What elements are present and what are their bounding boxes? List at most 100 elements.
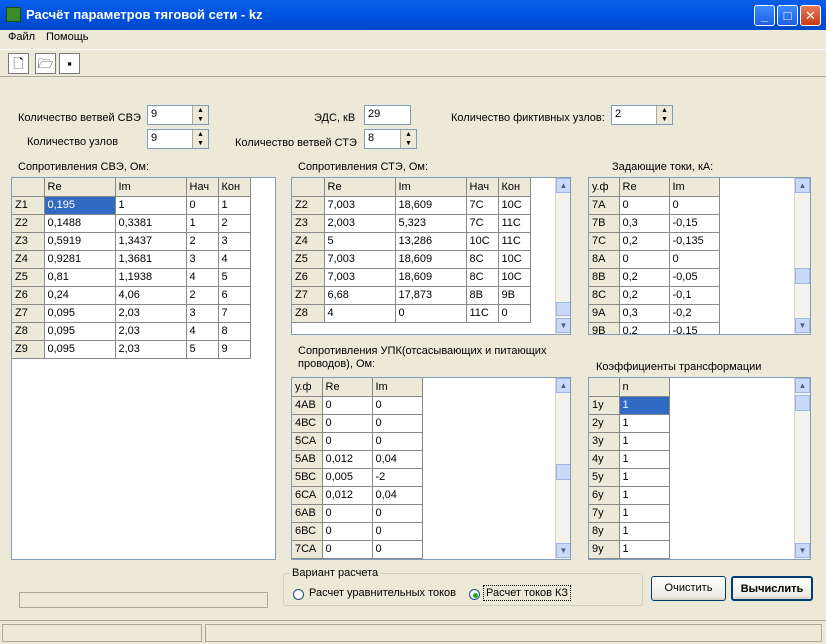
upk-grid[interactable]: у.ф Re Im 4АВ 0 0 4ВС 0 0 5СА 0 0 5АВ 0,012 0,04 5ВС 0,0… — [291, 377, 571, 560]
grid-cell[interactable]: 0 — [669, 250, 720, 269]
table-row[interactable]: 3у 1 — [589, 432, 670, 451]
grid-cell[interactable]: 1 — [619, 450, 670, 469]
grid-cell[interactable]: 0 — [372, 522, 423, 541]
grid-cell[interactable]: 0 — [372, 396, 423, 415]
coef-scrollbar[interactable]: ▲ ▼ — [794, 378, 810, 559]
table-row[interactable]: 8А 0 0 — [589, 250, 720, 269]
grid-cell[interactable]: 1 — [619, 432, 670, 451]
radio-short-circuit-label[interactable]: Расчет токов КЗ — [483, 585, 571, 601]
grid-cell[interactable]: -0,2 — [669, 304, 720, 323]
scroll-thumb[interactable] — [556, 302, 570, 316]
table-row[interactable]: Z7 6,68 17,873 8В 9В — [292, 286, 531, 305]
open-folder-icon[interactable]: 🗁 — [35, 53, 56, 74]
grid-cell[interactable]: -0,135 — [669, 232, 720, 251]
grid-cell[interactable]: 2 — [186, 232, 219, 251]
table-row[interactable]: 1у 1 — [589, 396, 670, 415]
grid-cell[interactable]: 18,609 — [395, 250, 467, 269]
spin-up-icon[interactable]: ▲ — [193, 106, 208, 115]
grid-cell[interactable]: -0,15 — [669, 322, 720, 334]
grid-cell[interactable]: 0,3 — [619, 304, 670, 323]
scroll-down-icon[interactable]: ▼ — [556, 318, 570, 333]
grid-cell[interactable]: 1,3437 — [115, 232, 187, 251]
grid-cell[interactable]: 0 — [372, 432, 423, 451]
grid-cell[interactable]: 0 — [619, 196, 670, 215]
table-row[interactable]: Z3 2,003 5,323 7С 11С — [292, 214, 531, 233]
grid-cell[interactable]: 11С — [498, 214, 531, 233]
grid-cell[interactable]: 10С — [498, 250, 531, 269]
grid-cell[interactable]: 6,68 — [324, 286, 396, 305]
table-row[interactable]: 6АВ 0 0 — [292, 504, 423, 523]
grid-cell[interactable]: 0,095 — [44, 304, 116, 323]
menu-help[interactable]: Помощь — [46, 31, 89, 43]
grid-cell[interactable]: 1 — [619, 522, 670, 541]
grid-cell[interactable]: 11С — [466, 304, 499, 323]
grid-cell[interactable]: -0,1 — [669, 286, 720, 305]
grid-cell[interactable]: 1,1938 — [115, 268, 187, 287]
table-row[interactable]: 7В 0,3 -0,15 — [589, 214, 720, 233]
grid-cell[interactable]: 9 — [218, 340, 251, 359]
grid-cell[interactable]: 0 — [372, 540, 423, 559]
minimize-button[interactable]: _ — [754, 5, 775, 26]
grid-cell[interactable]: 5 — [324, 232, 396, 251]
table-row[interactable]: 4ВС 0 0 — [292, 414, 423, 433]
grid-cell[interactable]: 8С — [466, 250, 499, 269]
spin-up-icon[interactable]: ▲ — [193, 130, 208, 139]
grid-cell[interactable]: 0,04 — [372, 486, 423, 505]
grid-cell[interactable]: 0,9281 — [44, 250, 116, 269]
scroll-thumb[interactable] — [795, 395, 810, 411]
grid-cell[interactable]: 0 — [498, 304, 531, 323]
grid-cell[interactable]: 0,195 — [44, 196, 116, 215]
grid-cell[interactable]: 0,5919 — [44, 232, 116, 251]
table-row[interactable]: Z5 0,81 1,1938 4 5 — [12, 268, 251, 287]
grid-cell[interactable]: 0 — [669, 196, 720, 215]
grid-cell[interactable]: 0,012 — [322, 450, 373, 469]
grid-cell[interactable]: 8В — [466, 286, 499, 305]
grid-cell[interactable]: 0 — [322, 432, 373, 451]
table-row[interactable]: Z3 0,5919 1,3437 2 3 — [12, 232, 251, 251]
grid-cell[interactable]: 6 — [218, 286, 251, 305]
table-row[interactable]: 5СА 0 0 — [292, 432, 423, 451]
grid-cell[interactable]: 0,81 — [44, 268, 116, 287]
table-row[interactable]: 8С 0,2 -0,1 — [589, 286, 720, 305]
grid-cell[interactable]: 4 — [218, 250, 251, 269]
grid-cell[interactable]: 0,24 — [44, 286, 116, 305]
table-row[interactable]: Z8 0,095 2,03 4 8 — [12, 322, 251, 341]
clear-button[interactable]: Очистить — [651, 576, 726, 601]
grid-cell[interactable]: 0,095 — [44, 322, 116, 341]
grid-cell[interactable]: -0,15 — [669, 214, 720, 233]
grid-cell[interactable]: 3 — [218, 232, 251, 251]
currents-table[interactable]: у.ф Re Im 7А 0 0 7В 0,3 -0,15 7С 0,2 -0,135 8А 0 0 8В 0,… — [589, 178, 720, 334]
grid-cell[interactable]: 0,3381 — [115, 214, 187, 233]
grid-cell[interactable]: 1 — [218, 196, 251, 215]
grid-cell[interactable]: 0,2 — [619, 322, 670, 334]
grid-cell[interactable]: 0 — [372, 504, 423, 523]
grid-cell[interactable]: 8С — [466, 268, 499, 287]
grid-cell[interactable]: 0 — [322, 414, 373, 433]
grid-cell[interactable]: 1 — [619, 540, 670, 559]
spin-down-icon[interactable]: ▼ — [193, 139, 208, 148]
grid-cell[interactable]: 4 — [186, 268, 219, 287]
nodes-spinner[interactable]: 9 ▲ ▼ — [147, 129, 209, 149]
grid-cell[interactable]: 1 — [115, 196, 187, 215]
table-row[interactable]: 7А 0 0 — [589, 196, 720, 215]
table-row[interactable]: 8В 0,2 -0,05 — [589, 268, 720, 287]
grid-cell[interactable]: 1 — [619, 486, 670, 505]
grid-cell[interactable]: 9В — [498, 286, 531, 305]
grid-cell[interactable]: 0,005 — [322, 468, 373, 487]
table-row[interactable]: 7СА 0 0 — [292, 540, 423, 559]
ste-branches-spinner[interactable]: 8 ▲ ▼ — [364, 129, 417, 149]
table-row[interactable]: 2у 1 — [589, 414, 670, 433]
menu-file[interactable]: Файл — [8, 31, 35, 43]
grid-cell[interactable]: 7,003 — [324, 268, 396, 287]
scroll-up-icon[interactable]: ▲ — [795, 178, 810, 193]
table-row[interactable]: Z4 0,9281 1,3681 3 4 — [12, 250, 251, 269]
upk-scrollbar[interactable]: ▲ ▼ — [555, 378, 570, 559]
grid-cell[interactable]: 13,286 — [395, 232, 467, 251]
table-row[interactable]: 6ВС 0 0 — [292, 522, 423, 541]
spin-up-icon[interactable]: ▲ — [401, 130, 416, 139]
grid-cell[interactable]: 4 — [186, 322, 219, 341]
spin-down-icon[interactable]: ▼ — [193, 115, 208, 124]
currents-scrollbar[interactable]: ▲ ▼ — [794, 178, 810, 334]
fict-nodes-spinner[interactable]: 2 ▲ ▼ — [611, 105, 673, 125]
grid-cell[interactable]: 5 — [186, 340, 219, 359]
